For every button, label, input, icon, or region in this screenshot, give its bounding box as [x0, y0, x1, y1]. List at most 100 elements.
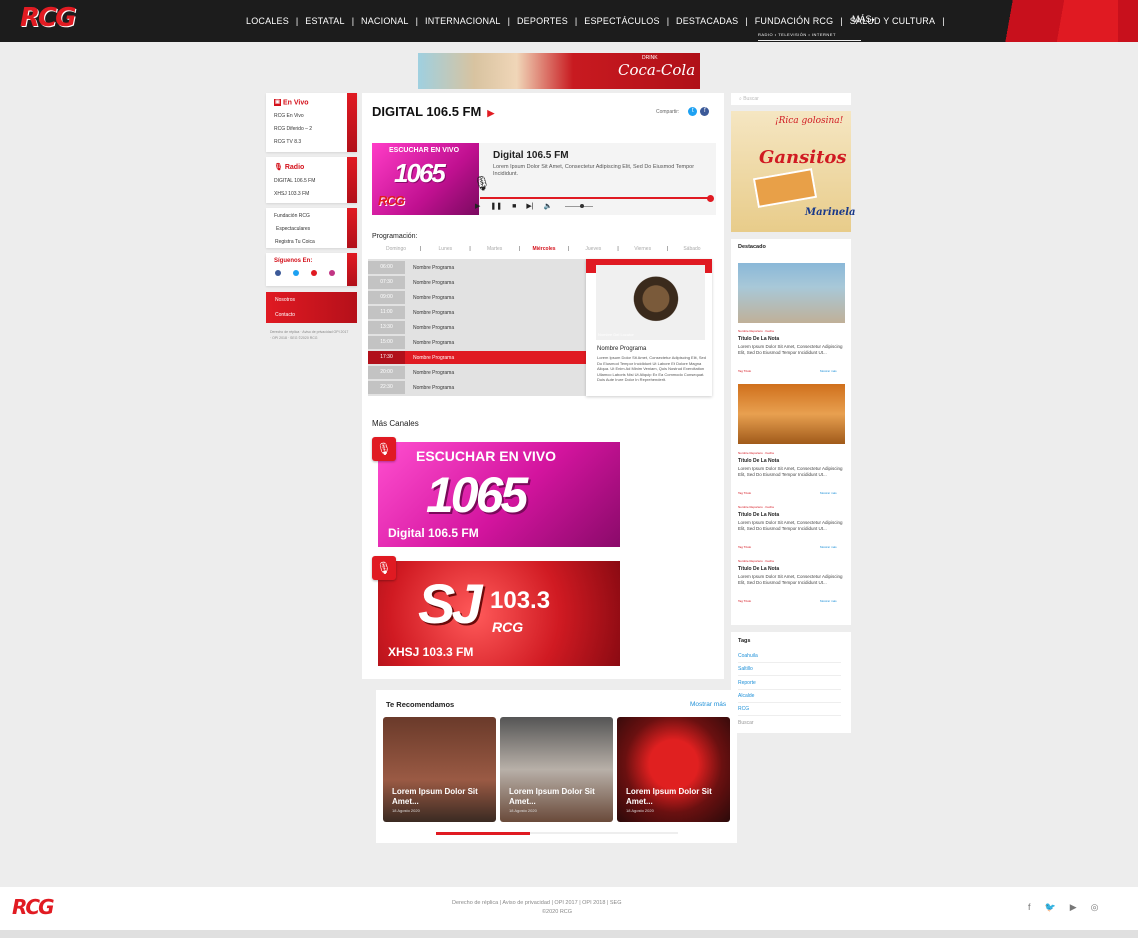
day-tab[interactable]: Viernes [619, 246, 667, 252]
day-tab[interactable]: Martes [471, 246, 519, 252]
destacado-more-link[interactable]: Mostrar más [820, 545, 837, 549]
sidebar-link[interactable]: DIGITAL 106.5 FM [266, 178, 357, 184]
schedule-time: 06:00 [368, 261, 405, 274]
more-menu-button[interactable]: MÁS▾ [852, 14, 875, 24]
sidebar-link[interactable]: Fundación RCG [266, 213, 357, 219]
pause-button-icon[interactable]: ❚❚ [490, 202, 502, 210]
channel-art-number: 1065 [426, 467, 528, 523]
twitter-icon[interactable]: 🐦 [1045, 902, 1056, 913]
tag-link[interactable]: Saltillo [738, 666, 841, 677]
facebook-share-icon[interactable]: f [700, 107, 710, 116]
sidebar-link[interactable]: XHSJ 103.3 FM [266, 191, 357, 197]
facebook-icon[interactable]: f [1028, 902, 1031, 913]
nav-item[interactable]: ESPECTÁCULOS [584, 16, 659, 26]
destacado-image[interactable] [738, 384, 845, 444]
footer-logo[interactable]: RCG [12, 897, 54, 917]
card-title: Lorem Ipsum Dolor Sit Amet... [626, 787, 712, 806]
top-banner-ad[interactable]: DRINK Coca-Cola [418, 53, 700, 89]
nav-item[interactable]: LOCALES [246, 16, 289, 26]
day-tab[interactable]: Miércoles [520, 246, 568, 252]
destacado-tag[interactable]: Tag Título [738, 545, 751, 549]
play-icon[interactable]: ▶ [487, 108, 494, 118]
volume-icon[interactable]: 🔈 [544, 202, 553, 210]
nav-item[interactable]: FUNDACIÓN RCG [755, 16, 834, 26]
destacado-item-title[interactable]: Título De La Nota [738, 512, 779, 518]
destacado-item-title[interactable]: Título De La Nota [738, 336, 779, 342]
twitter-share-icon[interactable]: t [688, 107, 698, 116]
schedule-program: Nombre Programa [413, 369, 455, 376]
volume-slider[interactable] [565, 206, 593, 207]
youtube-icon[interactable]: ▶ [1070, 902, 1077, 913]
destacado-meta: Nombre Reportero · Fecha [738, 329, 774, 333]
instagram-icon[interactable]: ◎ [1091, 902, 1099, 913]
schedule-row[interactable]: 06:00 Nombre Programa [368, 261, 586, 274]
instagram-icon[interactable] [329, 270, 335, 276]
recommendation-card[interactable]: Lorem Ipsum Dolor Sit Amet... 18 Agosto … [500, 717, 613, 822]
facebook-icon[interactable] [275, 270, 281, 276]
destacado-more-link[interactable]: Mostrar más [820, 491, 837, 495]
schedule-row[interactable]: 09:00 Nombre Programa [368, 291, 586, 304]
tag-link[interactable]: Buscar [738, 720, 841, 729]
player-progress-handle[interactable] [707, 195, 714, 202]
nav-item[interactable]: NACIONAL [361, 16, 409, 26]
search-input[interactable]: ⌕ Buscar [731, 93, 851, 105]
schedule-row[interactable]: 11:00 Nombre Programa [368, 306, 586, 319]
channel-escuchar: ESCUCHAR EN VIVO [416, 448, 557, 464]
destacado-item-text: Lorem Ipsum Dolor Sit Amet, Consectetur … [738, 466, 843, 477]
sidebar-link[interactable]: RCG En Vivo [266, 113, 357, 119]
nav-item[interactable]: DESTACADAS [676, 16, 738, 26]
play-button-icon[interactable]: ▶ [475, 202, 480, 210]
twitter-icon[interactable] [293, 270, 299, 276]
channel-art-freq: 103.3 [490, 587, 551, 614]
show-more-link[interactable]: Mostrar más [690, 701, 726, 708]
stop-button-icon[interactable]: ■ [512, 203, 516, 210]
schedule-row[interactable]: 07:30 Nombre Programa [368, 276, 586, 289]
day-tab[interactable]: Domingo [372, 246, 420, 252]
right-ad[interactable]: ¡Rica golosina! Gansitos Marinela [731, 111, 856, 232]
destacado-tag[interactable]: Tag Título [738, 491, 751, 495]
next-button-icon[interactable]: ▶| [526, 202, 533, 210]
destacado-tag[interactable]: Tag Título [738, 369, 751, 373]
channel-card-digital[interactable]: ESCUCHAR EN VIVO 1065 Digital 106.5 FM [378, 442, 620, 547]
sidebar-link[interactable]: Registra Tu Coica [266, 239, 357, 245]
schedule-row[interactable]: 17:30 Nombre Programa [368, 351, 586, 364]
day-tab[interactable]: Sábado [668, 246, 716, 252]
more-label: MÁS [852, 14, 872, 24]
sidebar-link[interactable]: RCG TV 8.3 [266, 139, 357, 145]
sidebar-link[interactable]: RCG Diferido – 2 [266, 126, 357, 132]
recommendation-card[interactable]: Lorem Ipsum Dolor Sit Amet... 18 Agosto … [383, 717, 496, 822]
schedule-row[interactable]: 20:00 Nombre Programa [368, 366, 586, 379]
channel-card-xhsj[interactable]: SJ 103.3 RCG XHSJ 103.3 FM [378, 561, 620, 666]
day-tabs: Domingo | Lunes | Martes | Miércoles | Jueves | Vi… [372, 246, 716, 252]
destacado-more-link[interactable]: Mostrar más [820, 369, 837, 373]
nav-item[interactable]: DEPORTES [517, 16, 568, 26]
schedule-row[interactable]: 22:30 Nombre Programa [368, 381, 586, 394]
contacto-link[interactable]: Contacto [266, 312, 357, 318]
tag-link[interactable]: RCG [738, 706, 841, 717]
schedule-program: Nombre Programa [413, 324, 455, 331]
destacado-image[interactable] [738, 263, 845, 323]
schedule-row[interactable]: 13:30 Nombre Programa [368, 321, 586, 334]
schedule-row[interactable]: 15:00 Nombre Programa [368, 336, 586, 349]
tag-link[interactable]: Reporte [738, 680, 841, 690]
destacado-item-title[interactable]: Título De La Nota [738, 458, 779, 464]
day-tab[interactable]: Lunes [421, 246, 469, 252]
destacado-tag[interactable]: Tag Título [738, 599, 751, 603]
artwork-logo: RCG [378, 193, 405, 208]
youtube-icon[interactable] [311, 270, 317, 276]
footer-links[interactable]: Derecho de réplica | Aviso de privacidad… [452, 900, 622, 906]
destacado-item-title[interactable]: Título De La Nota [738, 566, 779, 572]
day-tab[interactable]: Jueves [569, 246, 617, 252]
volume-handle[interactable] [579, 204, 584, 208]
recommendation-card[interactable]: Lorem Ipsum Dolor Sit Amet... 18 Agosto … [617, 717, 730, 822]
tag-link[interactable]: Coahuila [738, 653, 841, 663]
nosotros-link[interactable]: Nosotros [266, 297, 357, 303]
sidebar-link[interactable]: Espectaculares [266, 226, 357, 232]
player-progress-bar[interactable] [480, 197, 713, 199]
site-logo[interactable]: RCG RADIO • TELEVISIÓN • INTERNET [20, 5, 861, 41]
tag-link[interactable]: Alcalde [738, 693, 841, 703]
nav-item[interactable]: INTERNACIONAL [425, 16, 501, 26]
nav-item[interactable]: ESTATAL [305, 16, 344, 26]
destacado-more-link[interactable]: Mostrar más [820, 599, 837, 603]
caret-down-icon: ▾ [871, 18, 875, 24]
